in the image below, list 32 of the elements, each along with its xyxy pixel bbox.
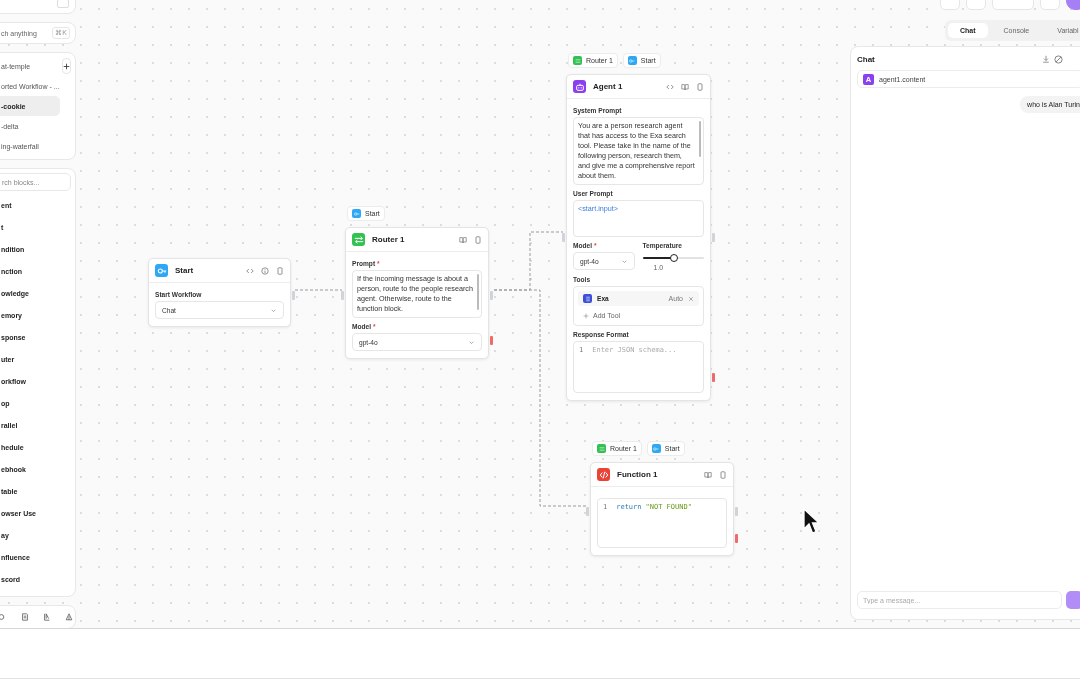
code-icon[interactable] [666, 82, 674, 91]
connector-line [294, 289, 343, 291]
book-icon[interactable] [681, 82, 689, 91]
clear-icon[interactable] [1054, 54, 1063, 64]
book-icon[interactable] [459, 235, 467, 244]
code-icon[interactable] [246, 266, 254, 275]
error-handle[interactable] [490, 336, 493, 345]
add-workflow-button[interactable] [61, 58, 71, 74]
book-icon[interactable] [704, 470, 712, 479]
node-title: Function 1 [617, 470, 659, 479]
close-icon[interactable] [688, 295, 694, 302]
scrollbar[interactable] [477, 274, 479, 310]
books-icon[interactable] [43, 613, 51, 621]
error-handle[interactable] [735, 534, 738, 543]
download-icon[interactable] [1042, 55, 1050, 63]
plus-icon [583, 312, 589, 319]
send-button[interactable] [1065, 591, 1080, 609]
share-icon[interactable] [65, 613, 73, 621]
info-icon[interactable] [261, 266, 269, 275]
error-handle[interactable] [712, 373, 715, 382]
delete-icon[interactable] [474, 235, 482, 244]
chat-icon[interactable] [0, 613, 7, 621]
node-title: Router 1 [372, 235, 406, 244]
node-title: Start [175, 266, 195, 275]
delete-icon[interactable] [719, 470, 727, 479]
node-title: Agent 1 [593, 82, 624, 91]
temperature-slider[interactable] [642, 252, 704, 264]
panel-title: Chat [857, 54, 875, 64]
document-icon[interactable] [21, 613, 29, 621]
scrollbar[interactable] [699, 121, 701, 157]
delete-icon[interactable] [696, 82, 704, 91]
delete-icon[interactable] [276, 266, 284, 275]
